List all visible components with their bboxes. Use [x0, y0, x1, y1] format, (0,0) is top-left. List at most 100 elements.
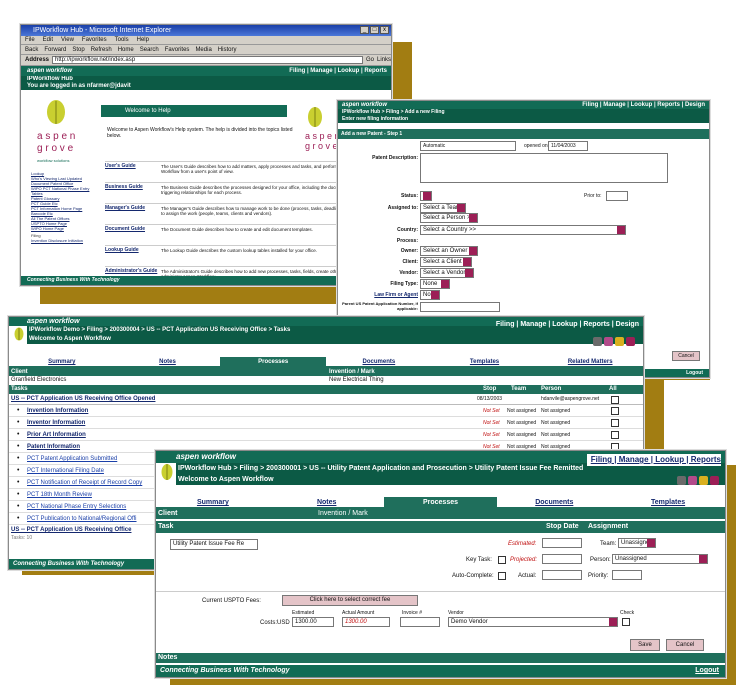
- tab-related-matters[interactable]: Related Matters: [537, 357, 643, 366]
- actual-amount-field[interactable]: 1300.00: [342, 617, 390, 627]
- process-checkbox[interactable]: [611, 396, 619, 404]
- estimated-amount-field[interactable]: 1300.00: [292, 617, 334, 627]
- tab-documents[interactable]: Documents: [326, 357, 432, 366]
- print-icon[interactable]: [593, 337, 602, 346]
- check-checkbox[interactable]: [622, 618, 630, 626]
- prior-to-field[interactable]: [606, 191, 628, 201]
- guide-link[interactable]: Manager's Guide: [105, 206, 161, 224]
- tab-documents[interactable]: Documents: [497, 497, 611, 507]
- team-select[interactable]: Select a Team >>: [420, 203, 466, 220]
- top-nav[interactable]: Filing | Manage | Lookup | Reports | Des…: [582, 101, 705, 109]
- task-link[interactable]: PCT Notification of Receipt of Record Co…: [27, 477, 142, 489]
- task-checkbox[interactable]: [611, 419, 619, 427]
- vendor-select[interactable]: Demo Vendor: [448, 617, 618, 627]
- logout-link[interactable]: Logout: [695, 665, 719, 677]
- save-button[interactable]: Save: [630, 639, 660, 651]
- task-link[interactable]: Invention Information: [27, 405, 88, 417]
- maximize-button[interactable]: □: [370, 26, 379, 34]
- task-link[interactable]: PCT 18th Month Review: [27, 489, 92, 501]
- task-link[interactable]: Prior Art Information: [27, 429, 86, 441]
- task-link[interactable]: Inventor Information: [27, 417, 85, 429]
- task-link[interactable]: PCT International Filing Date: [27, 465, 104, 477]
- minimize-button[interactable]: _: [360, 26, 369, 34]
- opened-date-field[interactable]: 11/04/2003: [548, 141, 588, 151]
- menu-favorites[interactable]: Favorites: [82, 36, 107, 44]
- guide-link[interactable]: Document Guide: [105, 227, 161, 245]
- file-number-field[interactable]: Automatic: [420, 141, 516, 151]
- breadcrumb-link[interactable]: IPWorkflow Hub: [27, 76, 391, 83]
- guide-link[interactable]: User's Guide: [105, 164, 161, 182]
- email-icon[interactable]: [688, 476, 697, 485]
- parent-number-field[interactable]: [420, 302, 500, 312]
- refresh-button[interactable]: Refresh: [91, 45, 112, 54]
- menu-help[interactable]: Help: [137, 36, 149, 44]
- vendor-select[interactable]: Select a Vendor >>: [420, 268, 474, 285]
- guide-link[interactable]: Lookup Guide: [105, 248, 161, 266]
- guide-link[interactable]: Business Guide: [105, 185, 161, 203]
- status-select[interactable]: [420, 191, 432, 201]
- top-nav[interactable]: Filing | Manage | Lookup | Reports: [289, 66, 387, 76]
- help-icon[interactable]: [699, 476, 708, 485]
- tab-processes[interactable]: Processes: [383, 497, 498, 507]
- tab-notes[interactable]: Notes: [115, 357, 221, 366]
- close-button[interactable]: x: [380, 26, 389, 34]
- law-firm-select[interactable]: None: [420, 290, 440, 300]
- email-icon[interactable]: [604, 337, 613, 346]
- task-link[interactable]: PCT Publication to National/Regional Off…: [27, 513, 137, 525]
- auto-complete-checkbox[interactable]: [498, 572, 506, 580]
- links-button[interactable]: Links: [377, 55, 391, 66]
- logout-link[interactable]: Logout: [686, 369, 703, 377]
- tab-templates[interactable]: Templates: [432, 357, 538, 366]
- cancel-button[interactable]: Cancel: [666, 639, 704, 651]
- law-firm-link[interactable]: Law Firm or Agent: [358, 292, 418, 298]
- help-icon[interactable]: [615, 337, 624, 346]
- search-button[interactable]: Search: [140, 45, 159, 54]
- tab-notes[interactable]: Notes: [270, 497, 384, 507]
- tab-processes[interactable]: Processes: [220, 357, 327, 366]
- home-button[interactable]: Home: [118, 45, 134, 54]
- menu-tools[interactable]: Tools: [115, 36, 129, 44]
- menu-view[interactable]: View: [61, 36, 74, 44]
- task-link[interactable]: PCT Patent Application Submitted: [27, 453, 117, 465]
- go-button[interactable]: Go: [366, 55, 374, 66]
- tab-summary[interactable]: Summary: [156, 497, 270, 507]
- task-name-field[interactable]: Utility Patent Issue Fee Re: [170, 539, 258, 550]
- breadcrumb-link[interactable]: IPWorkflow Hub > Filing > Add a new Fili…: [342, 109, 709, 116]
- top-nav[interactable]: Filing | Manage | Lookup | Reports | Des…: [496, 320, 639, 329]
- process2-link[interactable]: US -- PCT Application US Receiving Offic…: [11, 527, 131, 533]
- menu-file[interactable]: File: [25, 36, 35, 44]
- task-link[interactable]: PCT National Phase Entry Selections: [27, 501, 126, 513]
- top-nav[interactable]: Filing | Manage | Lookup | Reports: [586, 454, 721, 466]
- forward-button[interactable]: Forward: [44, 45, 66, 54]
- tab-summary[interactable]: Summary: [9, 357, 115, 366]
- logout-icon[interactable]: [626, 337, 635, 346]
- invoice-field[interactable]: [400, 617, 440, 627]
- menu-edit[interactable]: Edit: [43, 36, 53, 44]
- logout-icon[interactable]: [710, 476, 719, 485]
- priority-field[interactable]: [612, 570, 642, 580]
- address-input[interactable]: http://ipworkflow.net/index.asp: [52, 56, 363, 64]
- tab-templates[interactable]: Templates: [611, 497, 725, 507]
- task-checkbox[interactable]: [611, 431, 619, 439]
- print-icon[interactable]: [677, 476, 686, 485]
- media-button[interactable]: Media: [195, 45, 211, 54]
- task-link[interactable]: Patent Information: [27, 441, 80, 453]
- estimated-date-field[interactable]: [542, 538, 582, 548]
- owner-select[interactable]: Select an Owner >>: [420, 246, 478, 256]
- side-link[interactable]: WIPO Home Page: [31, 226, 99, 231]
- cancel-button[interactable]: Cancel: [672, 351, 700, 361]
- person-select[interactable]: Unassigned: [612, 554, 708, 564]
- process-link[interactable]: US -- PCT Application US Receiving Offic…: [11, 394, 155, 405]
- client-select[interactable]: Select a Client >>: [420, 257, 472, 267]
- projected-date-field[interactable]: [542, 554, 582, 564]
- side-link[interactable]: Invention Disclosure Initiation: [31, 238, 99, 243]
- side-link[interactable]: WIPO PCT National Phase Entry Tables: [31, 186, 99, 196]
- person-select[interactable]: Select a Person >>: [420, 213, 478, 223]
- stop-button[interactable]: Stop: [72, 45, 84, 54]
- back-button[interactable]: Back: [25, 45, 38, 54]
- favorites-button[interactable]: Favorites: [165, 45, 190, 54]
- patent-description-field[interactable]: [420, 153, 668, 183]
- key-task-checkbox[interactable]: [498, 556, 506, 564]
- team-select[interactable]: Unassigned: [618, 538, 656, 548]
- filing-type-select[interactable]: None: [420, 279, 450, 289]
